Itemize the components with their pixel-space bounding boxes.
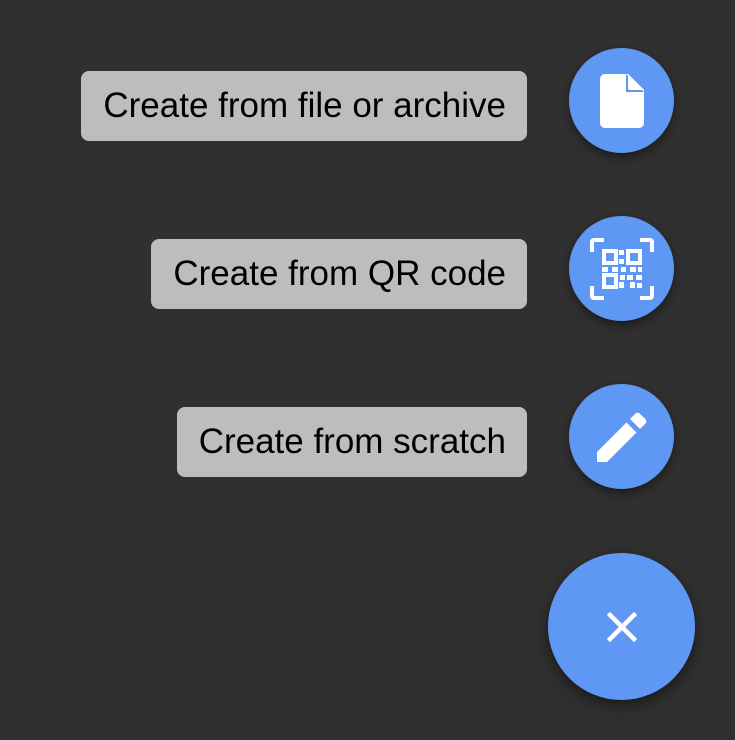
qr-code-scan-icon [589,237,654,300]
speed-dial-action-qr: Create from QR code [0,216,735,322]
speed-dial-action-file: Create from file or archive [0,48,735,154]
create-from-qr-button[interactable] [569,216,674,321]
speed-dial-action-scratch: Create from scratch [0,384,735,490]
file-icon [599,73,644,128]
create-from-qr-label[interactable]: Create from QR code [151,239,527,309]
close-icon [606,611,637,642]
create-from-file-button[interactable] [569,48,674,153]
create-from-scratch-button[interactable] [569,384,674,489]
create-from-scratch-label[interactable]: Create from scratch [176,407,527,477]
pencil-icon [596,412,646,462]
create-from-file-label[interactable]: Create from file or archive [81,71,527,141]
close-speed-dial-button[interactable] [548,553,695,700]
